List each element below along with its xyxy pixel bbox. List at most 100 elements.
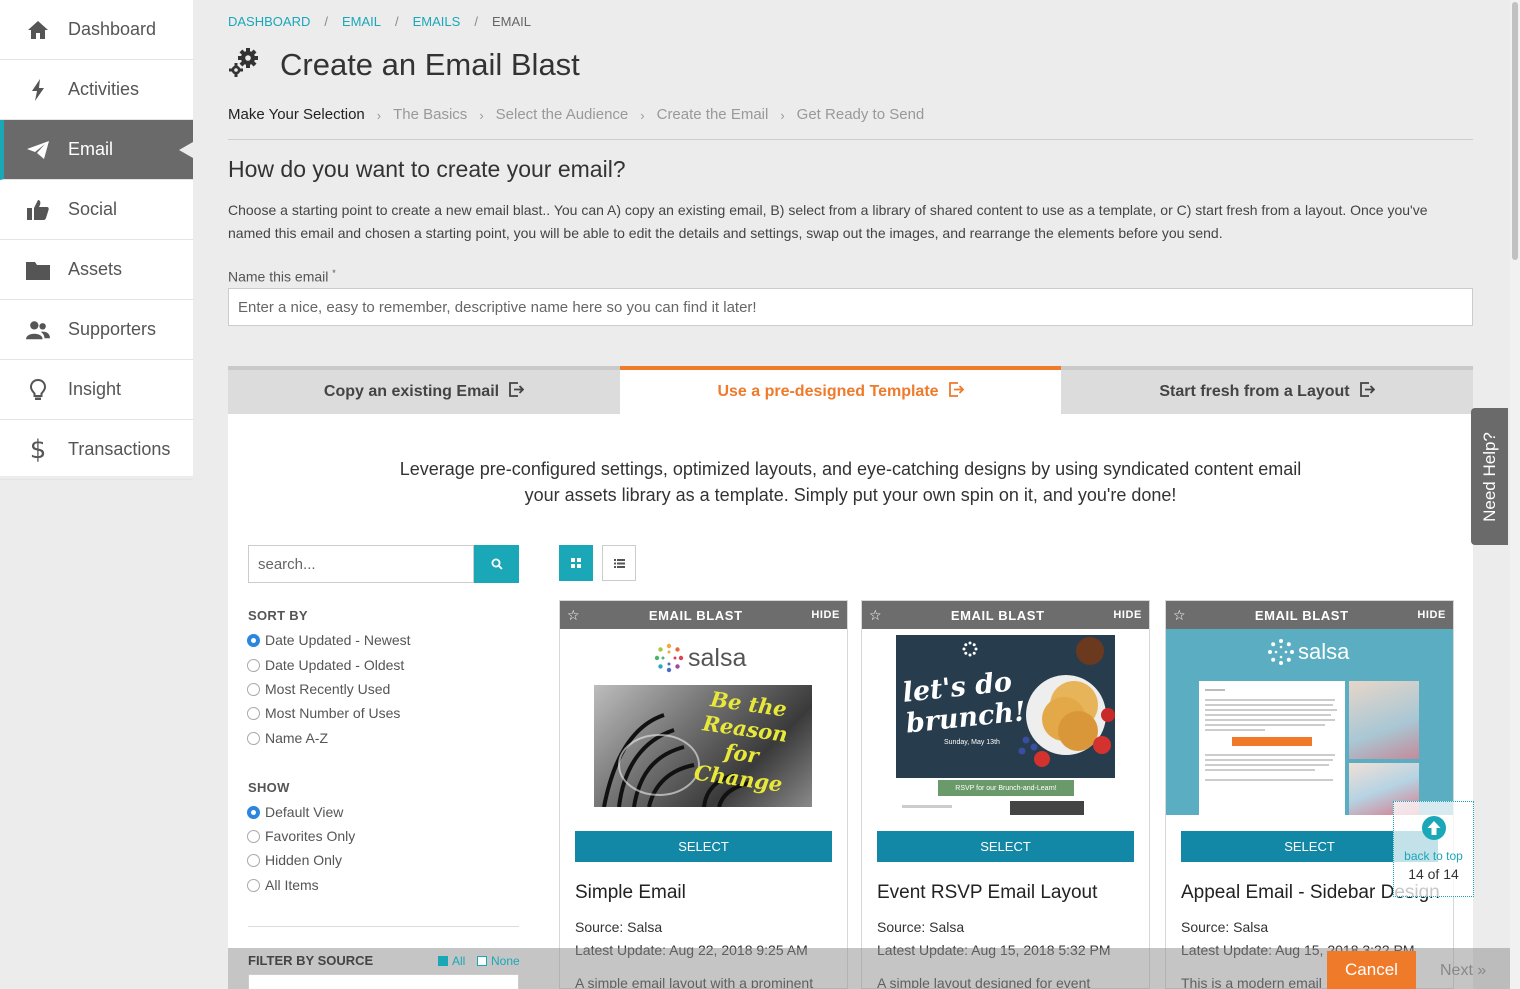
option-label: Most Recently Used [265,681,391,697]
sort-option[interactable]: Most Recently Used [247,681,390,697]
back-to-top-button[interactable]: back to top 14 of 14 [1393,801,1474,897]
radio [247,706,260,720]
tab-start-fresh[interactable]: Start fresh from a Layout [1061,366,1473,414]
lead-line: Leverage pre-configured settings, optimi… [399,459,1302,479]
show-option[interactable]: All Items [247,877,319,893]
search-input[interactable] [248,545,474,583]
next-button[interactable]: Next » [1440,962,1486,980]
name-email-label: Name this email * [228,268,336,285]
card-source: Source: Salsa [1181,919,1269,935]
search-icon [491,558,503,570]
gears-icon [228,46,260,83]
card-thumbnail: salsa [1166,629,1453,815]
card-source: Source: Salsa [877,919,965,935]
page-title: Create an Email Blast [280,46,580,82]
email-name-input[interactable] [228,288,1473,326]
chevron-right-icon: › [780,108,785,123]
sidebar-item-label: Transactions [68,439,171,459]
sidebar-item-transactions[interactable]: $ Transactions [0,420,193,480]
sidebar-item-supporters[interactable]: Supporters [0,300,193,360]
sidebar-item-insight[interactable]: Insight [0,360,193,420]
select-button[interactable]: SELECT [575,831,832,862]
external-link-icon [948,382,964,402]
star-icon[interactable]: ☆ [567,607,580,624]
card-header: ☆ EMAIL BLAST HIDE [1166,601,1453,629]
hide-button[interactable]: HIDE [1113,609,1142,621]
breadcrumb-email[interactable]: EMAIL [342,14,381,29]
sidebar-item-email[interactable]: Email [0,120,193,180]
brunch-image: let's do brunch! Sunday, May 13th [896,635,1115,778]
tab-copy-existing[interactable]: Copy an existing Email [228,366,620,414]
letter-preview [1199,681,1345,815]
list-view-button[interactable] [602,545,636,581]
star-icon[interactable]: ☆ [1173,607,1186,624]
radio [247,878,260,892]
sort-option[interactable]: Most Number of Uses [247,705,400,721]
search-button[interactable] [474,545,519,583]
radio [247,829,260,843]
show-title: SHOW [248,780,290,795]
tab-use-template[interactable]: Use a pre-designed Template [620,366,1061,414]
sidebar-item-dashboard[interactable]: Dashboard [0,0,193,60]
sort-option[interactable]: Name A-Z [247,730,328,746]
required-mark: * [332,268,336,278]
sidebar-item-social[interactable]: Social [0,180,193,240]
option-label: All Items [265,877,319,893]
users-icon [26,318,50,342]
hide-button[interactable]: HIDE [811,609,840,621]
option-label: Favorites Only [265,828,356,844]
salsa-logo: salsa [652,641,746,675]
breadcrumb-emails[interactable]: EMAILS [413,14,461,29]
step-create-email: Create the Email [656,106,769,123]
home-icon [26,18,50,42]
sidebar-item-label: Assets [68,259,123,279]
breadcrumb-separator: / [474,14,478,29]
option-label: Default View [265,804,344,820]
scrollbar-thumb[interactable] [1512,2,1518,260]
arrow-up-circle-icon [1421,816,1446,840]
hide-button[interactable]: HIDE [1417,609,1446,621]
option-label: Name A-Z [265,730,329,746]
source-filter-list[interactable] [248,974,519,989]
sort-option[interactable]: Date Updated - Newest [247,632,411,648]
breadcrumb-dashboard[interactable]: DASHBOARD [228,14,310,29]
grid-icon [571,558,581,568]
sort-option[interactable]: Date Updated - Oldest [247,657,404,673]
sidebar-item-label: Dashboard [68,19,157,39]
folder-icon [26,258,50,282]
template-card: ☆ EMAIL BLAST HIDE salsa SELECT Appeal E… [1165,600,1454,989]
sort-by-title: SORT BY [248,608,308,623]
section-description: Choose a starting point to create a new … [228,202,1428,241]
list-icon [613,558,625,568]
card-type: EMAIL BLAST [950,607,1045,623]
checkbox [477,956,487,966]
card-source: Source: Salsa [575,919,663,935]
select-button[interactable]: SELECT [877,831,1134,862]
breadcrumb-separator: / [395,14,399,29]
show-option[interactable]: Default View [247,804,343,820]
star-icon[interactable]: ☆ [869,607,882,624]
sidebar-item-activities[interactable]: Activities [0,60,193,120]
option-label: Date Updated - Oldest [265,657,405,673]
filter-all-checkbox[interactable]: All [438,954,465,968]
show-option[interactable]: Favorites Only [247,828,355,844]
filter-none-checkbox[interactable]: None [477,954,520,968]
sidebar-item-assets[interactable]: Assets [0,240,193,300]
grid-view-button[interactable] [559,545,593,581]
lightbulb-icon [26,378,50,402]
need-help-tab[interactable]: Need Help? [1471,408,1508,545]
need-help-label: Need Help? [1479,431,1499,522]
sidebar: Dashboard Activities Email Social Assets… [0,0,193,480]
creation-method-tabs: Copy an existing Email Use a pre-designe… [228,366,1473,414]
chevron-right-icon: › [640,108,645,123]
card-thumbnail: let's do brunch! Sunday, May 13th RSVP f… [862,629,1149,815]
page-scrollbar[interactable] [1510,0,1520,989]
photo-painting-child [1349,681,1419,759]
chevron-right-icon: › [376,108,382,123]
cancel-button[interactable]: Cancel [1327,951,1416,989]
checkbox-checked [438,956,448,966]
radio [247,731,260,745]
sidebar-item-label: Social [68,199,118,219]
chevron-right-icon: › [479,108,484,123]
show-option[interactable]: Hidden Only [247,852,342,868]
